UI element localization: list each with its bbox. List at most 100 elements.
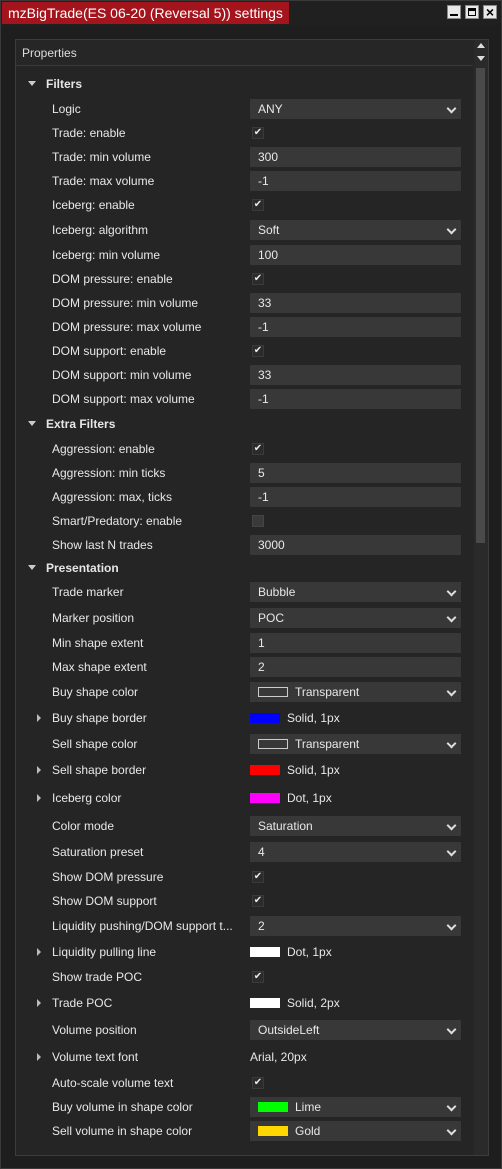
property-name: Iceberg: min volume bbox=[52, 248, 161, 262]
aggression-min-input[interactable]: 5 bbox=[250, 463, 461, 483]
collapse-arrow-icon[interactable] bbox=[28, 421, 36, 426]
dom-support-max-input[interactable]: -1 bbox=[250, 389, 461, 409]
minimize-button[interactable] bbox=[447, 5, 461, 19]
min-extent-input[interactable]: 1 bbox=[250, 633, 461, 653]
close-button[interactable]: × bbox=[483, 4, 497, 20]
property-name: Iceberg color bbox=[52, 791, 122, 805]
dom-support-min-input[interactable]: 33 bbox=[250, 365, 461, 385]
property-name: Sell shape border bbox=[52, 763, 147, 777]
dom-support-enable-checkbox[interactable]: ✔ bbox=[252, 345, 264, 357]
iceberg-algorithm-dropdown[interactable]: Soft bbox=[250, 220, 461, 240]
liquidity-pushing-dropdown[interactable]: 2 bbox=[250, 916, 461, 936]
volume-text-font-value[interactable]: Arial, 20px bbox=[250, 1047, 307, 1067]
row-aggression-min: Aggression: min ticks 5 bbox=[16, 461, 473, 485]
show-last-n-input[interactable]: 3000 bbox=[250, 535, 461, 555]
property-name: Volume text font bbox=[52, 1050, 139, 1064]
trade-marker-dropdown[interactable]: Bubble bbox=[250, 582, 461, 602]
dom-pressure-enable-checkbox[interactable]: ✔ bbox=[252, 273, 264, 285]
dom-pressure-min-input[interactable]: 33 bbox=[250, 293, 461, 313]
chevron-down-icon bbox=[446, 738, 457, 749]
collapse-arrow-icon[interactable] bbox=[28, 81, 36, 86]
iceberg-enable-checkbox[interactable]: ✔ bbox=[252, 199, 264, 211]
aggression-max-input[interactable]: -1 bbox=[250, 487, 461, 507]
stroke-value: Dot, 1px bbox=[287, 945, 332, 959]
row-max-extent: Max shape extent 2 bbox=[16, 655, 473, 679]
smart-enable-checkbox[interactable] bbox=[252, 515, 264, 527]
property-name: Max shape extent bbox=[52, 660, 147, 674]
row-dom-pressure-enable: DOM pressure: enable ✔ bbox=[16, 267, 473, 291]
color-swatch bbox=[250, 712, 280, 723]
show-dom-support-checkbox[interactable]: ✔ bbox=[252, 895, 264, 907]
row-logic: Logic ANY bbox=[16, 97, 473, 121]
row-trade-max: Trade: max volume -1 bbox=[16, 169, 473, 193]
autoscale-checkbox[interactable]: ✔ bbox=[252, 1077, 264, 1089]
buy-shape-color-dropdown[interactable]: Transparent bbox=[250, 682, 461, 702]
row-dom-support-enable: DOM support: enable ✔ bbox=[16, 339, 473, 363]
dom-pressure-max-input[interactable]: -1 bbox=[250, 317, 461, 337]
maximize-button[interactable] bbox=[465, 5, 479, 19]
scroll-down-icon[interactable] bbox=[477, 56, 485, 61]
stroke-value: Dot, 1px bbox=[287, 791, 332, 805]
row-trade-marker: Trade marker Bubble bbox=[16, 579, 473, 605]
stroke-value: Solid, 2px bbox=[287, 996, 340, 1010]
row-sell-volume-color: Sell volume in shape color Gold bbox=[16, 1119, 473, 1143]
show-dom-pressure-checkbox[interactable]: ✔ bbox=[252, 871, 264, 883]
color-swatch bbox=[250, 997, 280, 1008]
property-name: Smart/Predatory: enable bbox=[52, 514, 183, 528]
chevron-down-icon bbox=[446, 1101, 457, 1112]
scroll-up-icon[interactable] bbox=[477, 43, 485, 48]
trade-enable-checkbox[interactable]: ✔ bbox=[252, 127, 264, 139]
buy-volume-color-dropdown[interactable]: Lime bbox=[250, 1097, 461, 1117]
expand-arrow-icon[interactable] bbox=[37, 999, 41, 1007]
properties-header: Properties bbox=[16, 40, 473, 66]
dropdown-value: POC bbox=[258, 611, 285, 625]
chevron-down-icon bbox=[446, 103, 457, 114]
property-name: Aggression: enable bbox=[52, 442, 155, 456]
collapse-arrow-icon[interactable] bbox=[28, 565, 36, 570]
title-bar[interactable]: mzBigTrade(ES 06-20 (Reversal 5)) settin… bbox=[1, 1, 501, 25]
sell-shape-border-value[interactable]: Solid, 1px bbox=[250, 760, 340, 780]
expand-arrow-icon[interactable] bbox=[37, 948, 41, 956]
sell-volume-color-dropdown[interactable]: Gold bbox=[250, 1121, 461, 1141]
logic-dropdown[interactable]: ANY bbox=[250, 99, 461, 119]
row-autoscale: Auto-scale volume text ✔ bbox=[16, 1071, 473, 1095]
aggression-enable-checkbox[interactable]: ✔ bbox=[252, 443, 264, 455]
dropdown-value: Transparent bbox=[295, 737, 360, 751]
iceberg-color-value[interactable]: Dot, 1px bbox=[250, 788, 332, 808]
trade-max-input[interactable]: -1 bbox=[250, 171, 461, 191]
expand-arrow-icon[interactable] bbox=[37, 1053, 41, 1061]
marker-position-dropdown[interactable]: POC bbox=[250, 608, 461, 628]
category-extra-filters[interactable]: Extra Filters bbox=[16, 413, 473, 435]
property-name: DOM support: max volume bbox=[52, 392, 195, 406]
property-name: DOM pressure: enable bbox=[52, 272, 173, 286]
property-name: DOM support: enable bbox=[52, 344, 167, 358]
sell-shape-color-dropdown[interactable]: Transparent bbox=[250, 734, 461, 754]
show-trade-poc-checkbox[interactable]: ✔ bbox=[252, 971, 264, 983]
expand-arrow-icon[interactable] bbox=[37, 714, 41, 722]
property-name: Iceberg: enable bbox=[52, 198, 135, 212]
saturation-preset-dropdown[interactable]: 4 bbox=[250, 842, 461, 862]
row-iceberg-enable: Iceberg: enable ✔ bbox=[16, 193, 473, 217]
color-mode-dropdown[interactable]: Saturation bbox=[250, 816, 461, 836]
row-dom-pressure-max: DOM pressure: max volume -1 bbox=[16, 315, 473, 339]
buy-shape-border-value[interactable]: Solid, 1px bbox=[250, 708, 340, 728]
vertical-scrollbar[interactable] bbox=[474, 40, 488, 1155]
expand-arrow-icon[interactable] bbox=[37, 766, 41, 774]
expand-arrow-icon[interactable] bbox=[37, 794, 41, 802]
window-title: mzBigTrade(ES 06-20 (Reversal 5)) settin… bbox=[2, 2, 289, 24]
property-name: Liquidity pushing/DOM support t... bbox=[52, 919, 233, 933]
scrollbar-thumb[interactable] bbox=[476, 68, 485, 543]
liquidity-pulling-value[interactable]: Dot, 1px bbox=[250, 942, 332, 962]
max-extent-input[interactable]: 2 bbox=[250, 657, 461, 677]
volume-position-dropdown[interactable]: OutsideLeft bbox=[250, 1020, 461, 1040]
row-trade-enable: Trade: enable ✔ bbox=[16, 121, 473, 145]
property-name: Show DOM pressure bbox=[52, 870, 164, 884]
category-filters[interactable]: Filters bbox=[16, 73, 473, 95]
trade-min-input[interactable]: 300 bbox=[250, 147, 461, 167]
iceberg-min-input[interactable]: 100 bbox=[250, 245, 461, 265]
property-name: Iceberg: algorithm bbox=[52, 223, 149, 237]
category-presentation[interactable]: Presentation bbox=[16, 557, 473, 579]
row-volume-text-font: Volume text font Arial, 20px bbox=[16, 1043, 473, 1071]
property-name: DOM pressure: max volume bbox=[52, 320, 202, 334]
trade-poc-value[interactable]: Solid, 2px bbox=[250, 993, 340, 1013]
